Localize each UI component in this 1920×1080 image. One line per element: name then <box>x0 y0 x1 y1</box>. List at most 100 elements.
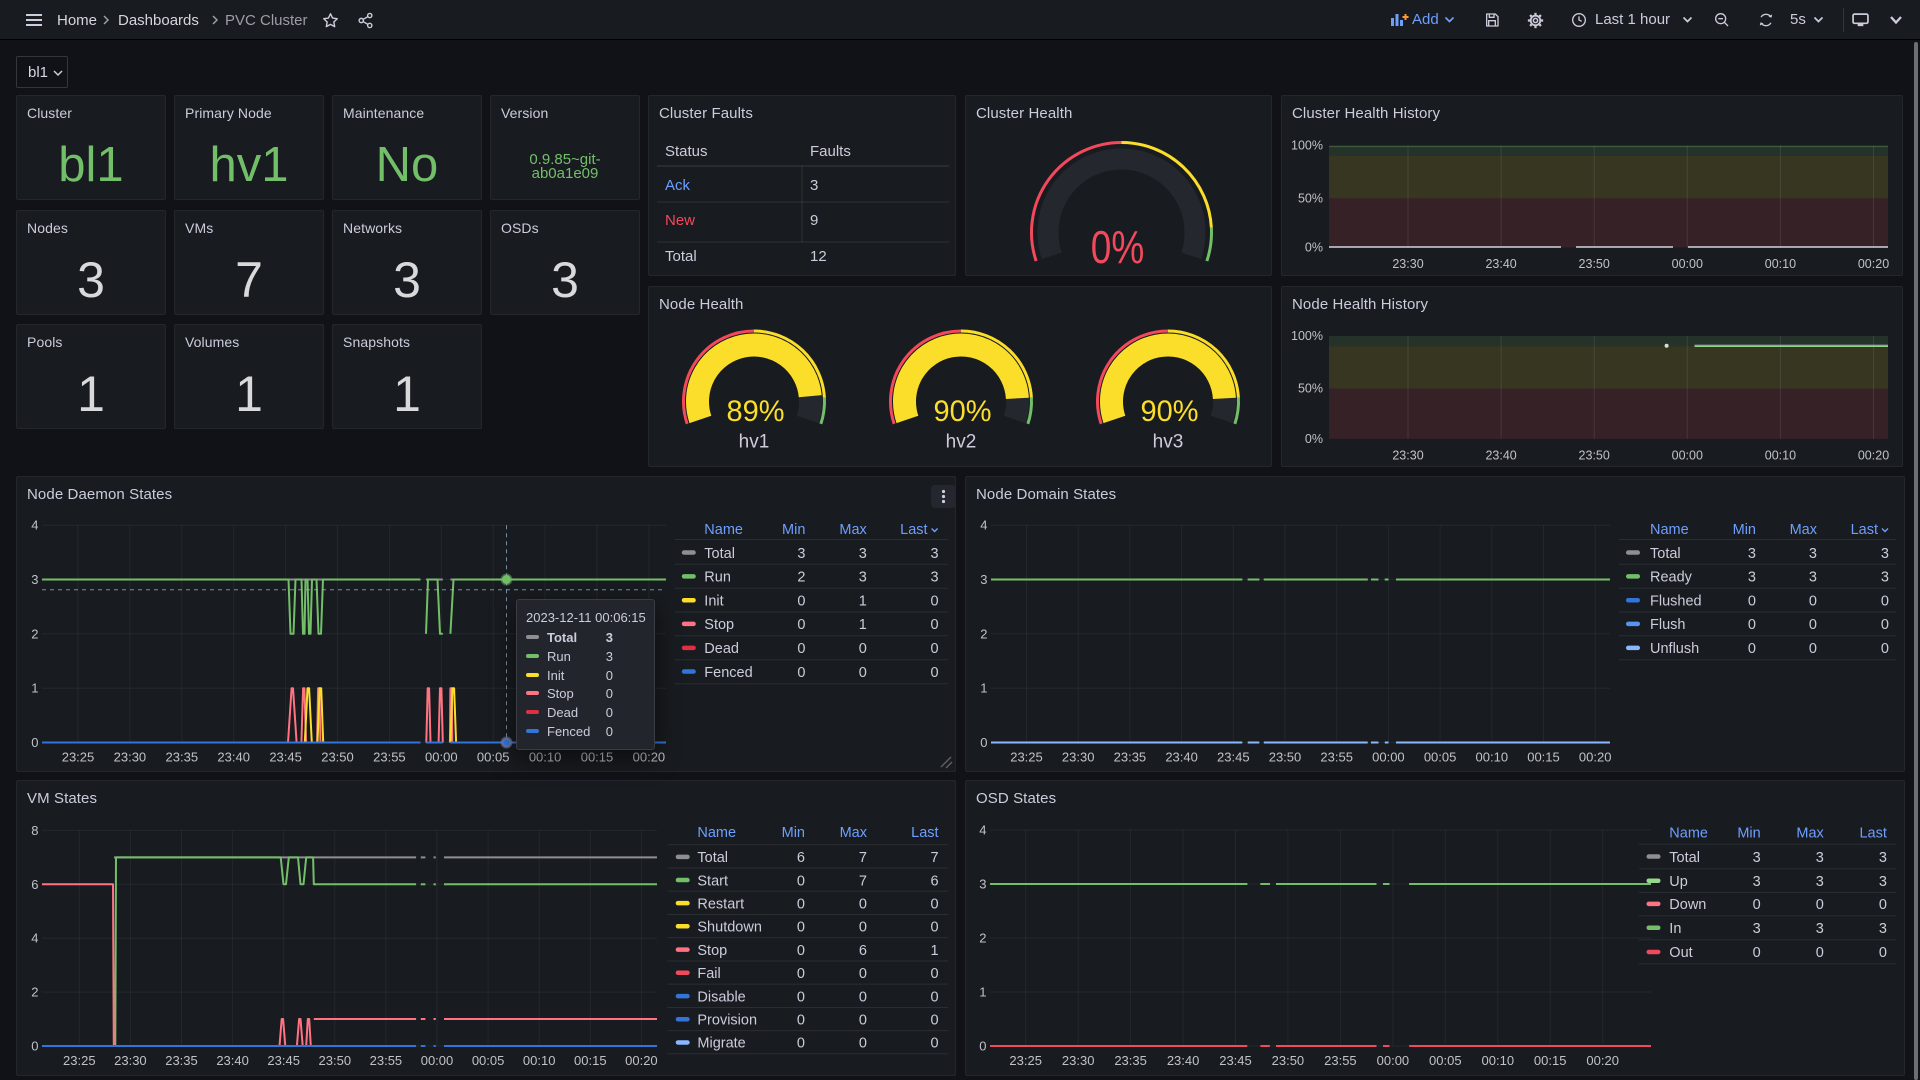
svg-text:2: 2 <box>31 985 38 1000</box>
svg-text:23:40: 23:40 <box>217 750 250 765</box>
svg-text:Last: Last <box>1859 826 1886 842</box>
svg-text:23:50: 23:50 <box>321 750 354 765</box>
svg-text:0: 0 <box>931 989 939 1005</box>
svg-text:00:05: 00:05 <box>472 1053 505 1068</box>
svg-text:Name: Name <box>704 522 743 538</box>
svg-text:00:20: 00:20 <box>625 1053 658 1068</box>
svg-text:0: 0 <box>1881 641 1889 657</box>
svg-text:0: 0 <box>1809 617 1817 633</box>
svg-text:23:25: 23:25 <box>1009 1053 1042 1068</box>
svg-text:00:10: 00:10 <box>1765 448 1796 462</box>
svg-text:23:45: 23:45 <box>269 750 302 765</box>
svg-text:Migrate: Migrate <box>697 1036 745 1052</box>
svg-text:0%: 0% <box>1305 432 1323 446</box>
svg-text:6: 6 <box>859 943 867 959</box>
svg-text:0: 0 <box>931 594 939 610</box>
svg-text:1: 1 <box>931 943 939 959</box>
svg-text:1: 1 <box>979 985 986 1000</box>
svg-text:23:30: 23:30 <box>114 750 147 765</box>
svg-text:90%: 90% <box>934 395 992 428</box>
svg-text:Fail: Fail <box>697 966 720 982</box>
svg-text:0: 0 <box>797 943 805 959</box>
svg-text:3: 3 <box>1881 546 1889 562</box>
svg-text:3: 3 <box>1753 921 1761 937</box>
svg-text:23:35: 23:35 <box>1114 1053 1147 1068</box>
svg-text:0: 0 <box>1809 641 1817 657</box>
svg-text:Min: Min <box>1733 522 1756 538</box>
svg-text:23:50: 23:50 <box>1272 1053 1305 1068</box>
svg-text:0: 0 <box>979 1039 986 1054</box>
svg-text:0: 0 <box>859 665 867 681</box>
svg-text:23:25: 23:25 <box>62 750 95 765</box>
svg-text:Total: Total <box>1669 850 1700 866</box>
svg-text:0: 0 <box>1809 594 1817 610</box>
svg-text:23:30: 23:30 <box>114 1053 147 1068</box>
svg-text:0: 0 <box>1748 594 1756 610</box>
svg-text:23:40: 23:40 <box>1485 448 1516 462</box>
svg-text:100%: 100% <box>1291 139 1323 153</box>
svg-text:0: 0 <box>797 641 805 657</box>
svg-text:6: 6 <box>931 873 939 889</box>
svg-text:00:10: 00:10 <box>529 750 562 765</box>
svg-text:0: 0 <box>859 641 867 657</box>
svg-text:0: 0 <box>1881 617 1889 633</box>
svg-text:23:40: 23:40 <box>1167 1053 1200 1068</box>
svg-text:00:10: 00:10 <box>1482 1053 1515 1068</box>
svg-text:4: 4 <box>31 931 38 946</box>
svg-text:23:40: 23:40 <box>1485 257 1516 271</box>
svg-text:3: 3 <box>1809 570 1817 586</box>
svg-text:1: 1 <box>31 681 38 696</box>
svg-text:0: 0 <box>797 617 805 633</box>
svg-text:Total: Total <box>1650 546 1681 562</box>
svg-text:Disable: Disable <box>697 989 745 1005</box>
svg-text:00:20: 00:20 <box>633 750 666 765</box>
svg-text:Run: Run <box>704 570 731 586</box>
svg-text:Min: Min <box>782 522 805 538</box>
svg-text:00:20: 00:20 <box>1858 448 1889 462</box>
svg-text:3: 3 <box>931 570 939 586</box>
svg-text:Out: Out <box>1669 945 1692 961</box>
svg-text:90%: 90% <box>1141 395 1199 428</box>
svg-text:00:10: 00:10 <box>1765 257 1796 271</box>
svg-text:23:30: 23:30 <box>1392 257 1423 271</box>
svg-text:3: 3 <box>980 572 987 587</box>
svg-text:3: 3 <box>1809 546 1817 562</box>
svg-text:9: 9 <box>810 212 818 229</box>
svg-text:Max: Max <box>1796 826 1824 842</box>
svg-text:0: 0 <box>980 735 987 750</box>
svg-text:Dead: Dead <box>704 641 739 657</box>
svg-text:0: 0 <box>859 920 867 936</box>
svg-text:0: 0 <box>931 617 939 633</box>
svg-text:Total: Total <box>697 850 728 866</box>
svg-text:0: 0 <box>1816 945 1824 961</box>
svg-text:2: 2 <box>979 931 986 946</box>
svg-text:23:35: 23:35 <box>165 1053 198 1068</box>
svg-text:8: 8 <box>31 823 38 838</box>
svg-text:0: 0 <box>859 1013 867 1029</box>
svg-text:3: 3 <box>859 570 867 586</box>
svg-text:1: 1 <box>980 681 987 696</box>
svg-text:Last: Last <box>1851 522 1878 538</box>
svg-text:00:00: 00:00 <box>1672 257 1703 271</box>
svg-text:00:10: 00:10 <box>523 1053 556 1068</box>
svg-text:Name: Name <box>1669 826 1708 842</box>
svg-text:2: 2 <box>31 626 38 641</box>
svg-text:00:00: 00:00 <box>425 750 458 765</box>
svg-text:7: 7 <box>859 873 867 889</box>
svg-text:50%: 50% <box>1298 191 1323 205</box>
svg-text:23:35: 23:35 <box>166 750 199 765</box>
svg-text:3: 3 <box>31 572 38 587</box>
svg-text:3: 3 <box>1753 850 1761 866</box>
svg-text:1: 1 <box>859 617 867 633</box>
svg-text:00:20: 00:20 <box>1586 1053 1619 1068</box>
svg-text:23:30: 23:30 <box>1062 1053 1095 1068</box>
svg-text:23:55: 23:55 <box>1320 750 1353 765</box>
svg-text:hv2: hv2 <box>946 432 977 453</box>
svg-text:00:15: 00:15 <box>581 750 614 765</box>
svg-text:0: 0 <box>31 735 38 750</box>
svg-text:100%: 100% <box>1291 329 1323 343</box>
svg-text:Ready: Ready <box>1650 570 1693 586</box>
svg-text:New: New <box>665 212 695 229</box>
svg-text:0: 0 <box>1748 641 1756 657</box>
svg-text:0: 0 <box>797 989 805 1005</box>
